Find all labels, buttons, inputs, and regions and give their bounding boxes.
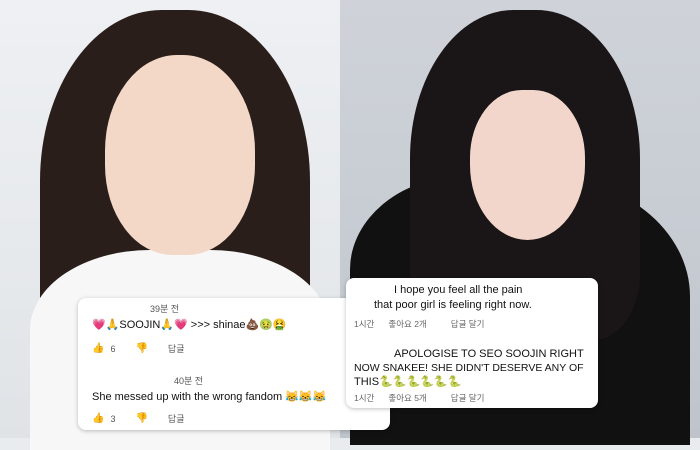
left-person-face xyxy=(105,55,255,255)
comment-text: She messed up with the wrong fandom 😹😹😹 xyxy=(92,391,327,403)
reply-button[interactable]: 답글 xyxy=(168,342,185,355)
thumbs-up-icon[interactable]: 👍 xyxy=(92,413,104,424)
thumbs-up-icon[interactable]: 👍 xyxy=(92,343,104,354)
reply-button[interactable]: 답글 달기 xyxy=(451,392,485,404)
like-count[interactable]: 좋아요 5개 xyxy=(388,392,426,404)
comment-meta: 1시간 좋아요 2개 답글 달기 xyxy=(354,318,484,330)
comment-text-line: that poor girl is feeling right now. xyxy=(374,299,532,311)
reply-button[interactable]: 답글 달기 xyxy=(451,318,485,330)
like-count: 6 xyxy=(110,343,116,354)
comment-actions: 👍 6 👎 답글 xyxy=(92,342,184,355)
comment-text-line: THIS🐍🐍🐍🐍🐍🐍 xyxy=(354,376,462,388)
comment-time: 1시간 xyxy=(354,319,375,329)
comment-text-line: NOW SNAKEE! SHE DIDN'T DESERVE ANY OF xyxy=(354,362,584,374)
comment-text-line: APOLOGISE TO SEO SOOJIN RIGHT xyxy=(394,348,584,360)
thumbs-down-icon[interactable]: 👎 xyxy=(135,413,147,424)
thumbs-down-icon[interactable]: 👎 xyxy=(135,343,147,354)
like-count: 3 xyxy=(110,413,116,424)
comment-actions: 👍 3 👎 답글 xyxy=(92,412,184,425)
comment-timestamp: 39분 전 xyxy=(150,304,180,314)
like-count[interactable]: 좋아요 2개 xyxy=(388,318,426,330)
comment-text: 💗🙏SOOJIN🙏💗 >>> shinae💩🤢🤮 xyxy=(92,319,287,331)
comment-time: 1시간 xyxy=(354,393,375,403)
reply-button[interactable]: 답글 xyxy=(168,412,185,425)
right-person-face xyxy=(470,90,585,240)
left-comment-card: 39분 전 💗🙏SOOJIN🙏💗 >>> shinae💩🤢🤮 👍 6 👎 답글 … xyxy=(78,298,390,430)
comment-meta: 1시간 좋아요 5개 답글 달기 xyxy=(354,392,484,404)
right-comment-card: I hope you feel all the pain that poor g… xyxy=(346,278,598,408)
comment-text-line: I hope you feel all the pain xyxy=(394,284,523,296)
comment-timestamp: 40분 전 xyxy=(174,376,204,386)
